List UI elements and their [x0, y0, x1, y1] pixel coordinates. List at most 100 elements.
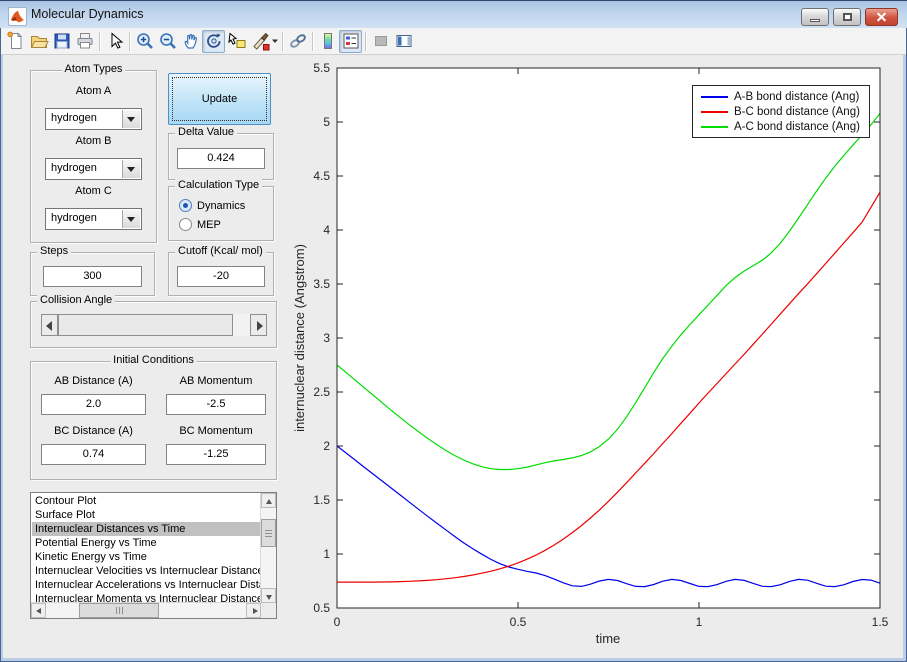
delta-value-field[interactable]: 0.424 [177, 148, 265, 169]
scroll-left-button[interactable] [31, 603, 46, 618]
atom-a-label: Atom A [31, 85, 156, 97]
horizontal-scrollbar[interactable] [31, 602, 261, 618]
slider-thumb[interactable] [58, 314, 233, 336]
x-tick-label: 0.5 [510, 615, 527, 629]
calculation-type-title: Calculation Type [175, 179, 262, 191]
figure-window: Molecular Dynamics 00.511.50.511.522.533… [0, 0, 907, 662]
scroll-down-button[interactable] [261, 588, 276, 603]
list-item[interactable]: Surface Plot [32, 508, 261, 522]
slider-left-arrow[interactable] [41, 314, 58, 336]
atom-c-value: hydrogen [51, 212, 97, 224]
atom-b-value: hydrogen [51, 162, 97, 174]
y-axis-label: internuclear distance (Angstrom) [292, 244, 307, 432]
bc-distance-field[interactable]: 0.74 [41, 444, 146, 465]
x-tick-label: 1 [696, 615, 703, 629]
vertical-scrollbar[interactable] [260, 493, 276, 603]
list-item[interactable]: Internuclear Velocities vs Internuclear … [32, 564, 261, 578]
list-item[interactable]: Contour Plot [32, 494, 261, 508]
slider-right-arrow[interactable] [250, 314, 267, 336]
radio-selected-icon[interactable] [179, 199, 192, 212]
steps-panel: Steps 300 [30, 252, 155, 296]
list-item[interactable]: Kinetic Energy vs Time [32, 550, 261, 564]
list-item[interactable]: Internuclear Accelerations vs Internucle… [32, 578, 261, 592]
x-tick-label: 0 [334, 615, 341, 629]
scroll-up-button[interactable] [261, 493, 276, 508]
y-tick-label: 5.5 [313, 61, 330, 75]
arrow-right-icon [253, 608, 258, 614]
ab-distance-label: AB Distance (A) [41, 375, 146, 387]
plot-legend[interactable]: A-B bond distance (Ang) B-C bond distance… [692, 85, 870, 138]
arrow-left-icon [36, 608, 41, 614]
horizontal-scroll-thumb[interactable] [79, 603, 159, 618]
ab-distance-field[interactable]: 2.0 [41, 394, 146, 415]
legend-label: A-B bond distance (Ang) [734, 91, 859, 103]
delta-value-title: Delta Value [175, 126, 237, 138]
cutoff-title: Cutoff (Kcal/ mol) [175, 245, 266, 257]
atom-types-panel: Atom Types Atom A hydrogen Atom B hydrog… [30, 70, 157, 243]
scroll-right-button[interactable] [246, 603, 261, 618]
initial-conditions-panel: Initial Conditions AB Distance (A) AB Mo… [30, 361, 277, 480]
arrow-right-icon [257, 321, 263, 331]
initial-conditions-title: Initial Conditions [110, 354, 197, 366]
y-tick-label: 1.5 [313, 493, 330, 507]
radio-dynamics-label: Dynamics [197, 200, 245, 212]
atom-a-dropdown[interactable]: hydrogen [45, 108, 142, 130]
collision-angle-title: Collision Angle [37, 294, 115, 306]
ab-momentum-field[interactable]: -2.5 [166, 394, 266, 415]
list-item[interactable]: Internuclear Distances vs Time [32, 522, 261, 536]
update-button[interactable]: Update [168, 73, 271, 125]
chevron-down-icon[interactable] [122, 160, 140, 178]
y-tick-label: 3.5 [313, 277, 330, 291]
cutoff-field[interactable]: -20 [177, 266, 265, 287]
chevron-down-icon[interactable] [122, 210, 140, 228]
bc-momentum-label: BC Momentum [166, 425, 266, 437]
radio-dynamics[interactable]: Dynamics [179, 199, 245, 212]
legend-entry: A-B bond distance (Ang) [693, 89, 869, 104]
legend-label: A-C bond distance (Ang) [734, 121, 860, 133]
steps-title: Steps [37, 245, 71, 257]
legend-line-sample [701, 111, 728, 113]
vertical-scroll-thumb[interactable] [261, 519, 276, 547]
bc-distance-label: BC Distance (A) [41, 425, 146, 437]
y-tick-label: 2 [323, 439, 330, 453]
y-tick-label: 0.5 [313, 601, 330, 615]
arrow-up-icon [266, 499, 272, 504]
radio-mep-label: MEP [197, 219, 221, 231]
plot-type-listbox[interactable]: Contour PlotSurface PlotInternuclear Dis… [30, 492, 277, 619]
atom-a-value: hydrogen [51, 112, 97, 124]
y-tick-label: 2.5 [313, 385, 330, 399]
x-tick-label: 1.5 [872, 615, 889, 629]
legend-line-sample [701, 96, 728, 98]
atom-b-dropdown[interactable]: hydrogen [45, 158, 142, 180]
y-tick-label: 4 [323, 223, 330, 237]
plot-background [337, 68, 880, 608]
atom-c-label: Atom C [31, 185, 156, 197]
y-tick-label: 4.5 [313, 169, 330, 183]
atom-b-label: Atom B [31, 135, 156, 147]
legend-label: B-C bond distance (Ang) [734, 106, 860, 118]
legend-entry: B-C bond distance (Ang) [693, 104, 869, 119]
atom-types-title: Atom Types [62, 63, 126, 75]
radio-unselected-icon[interactable] [179, 218, 192, 231]
delta-value-panel: Delta Value 0.424 [168, 133, 274, 180]
x-axis-label: time [596, 631, 621, 646]
legend-line-sample [701, 126, 728, 128]
chevron-down-icon[interactable] [122, 110, 140, 128]
legend-entry: A-C bond distance (Ang) [693, 119, 869, 134]
radio-mep[interactable]: MEP [179, 218, 221, 231]
list-item[interactable]: Potential Energy vs Time [32, 536, 261, 550]
bc-momentum-field[interactable]: -1.25 [166, 444, 266, 465]
ab-momentum-label: AB Momentum [166, 375, 266, 387]
arrow-left-icon [46, 321, 52, 331]
collision-angle-slider[interactable] [41, 314, 267, 336]
y-tick-label: 5 [323, 115, 330, 129]
y-tick-label: 1 [323, 547, 330, 561]
arrow-down-icon [266, 595, 272, 600]
collision-angle-panel: Collision Angle [30, 301, 277, 348]
calculation-type-panel: Calculation Type Dynamics MEP [168, 186, 274, 241]
scrollbar-corner [261, 603, 276, 618]
steps-field[interactable]: 300 [43, 266, 142, 287]
cutoff-panel: Cutoff (Kcal/ mol) -20 [168, 252, 274, 296]
y-tick-label: 3 [323, 331, 330, 345]
atom-c-dropdown[interactable]: hydrogen [45, 208, 142, 230]
